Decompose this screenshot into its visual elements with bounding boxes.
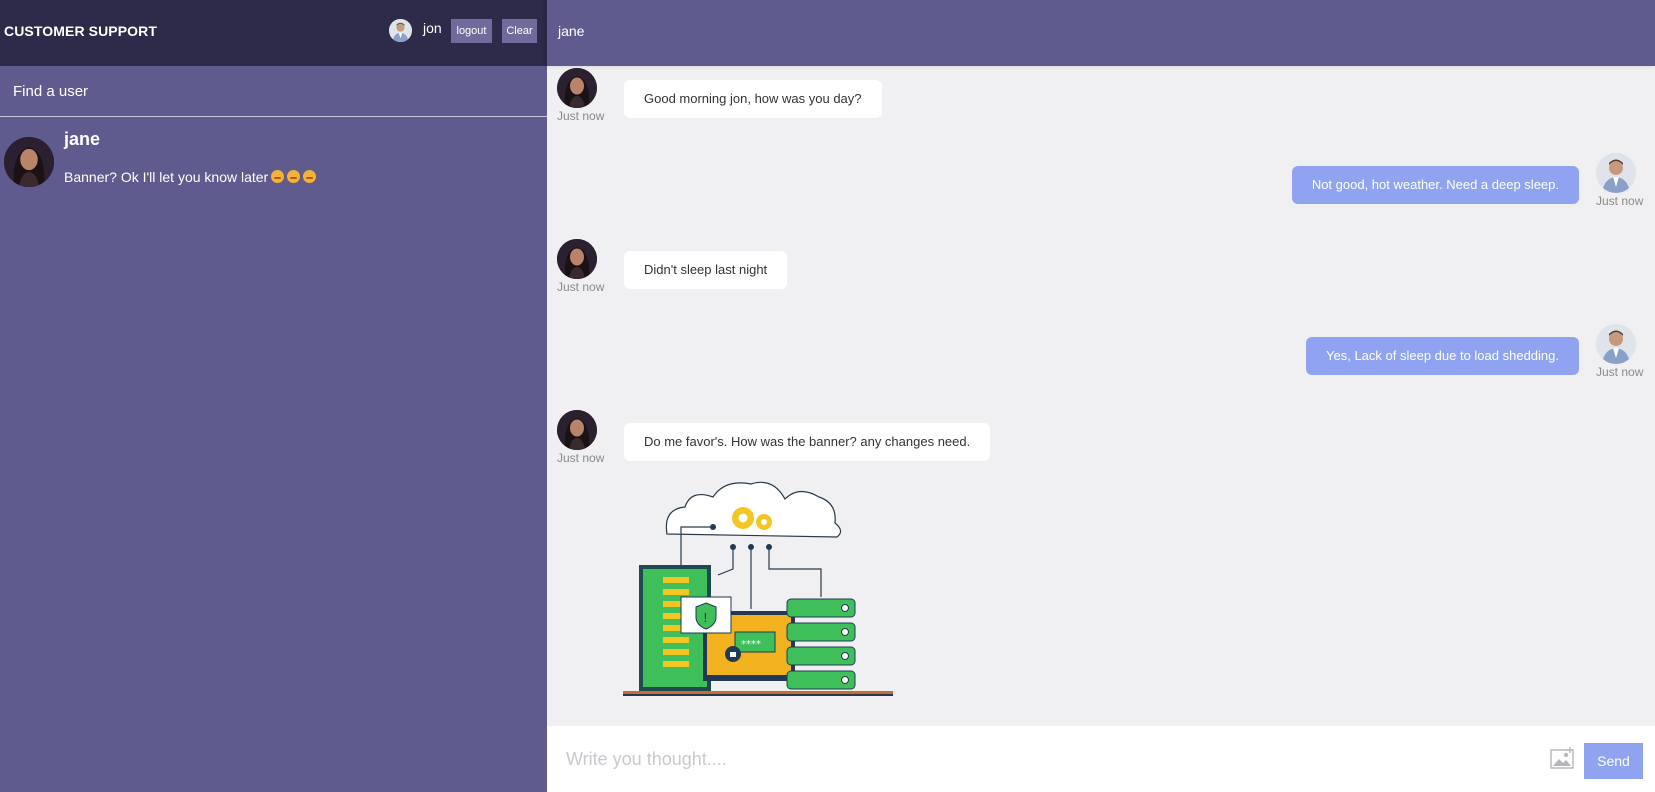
send-button[interactable]: Send [1584, 743, 1643, 779]
message-timestamp: Just now [557, 109, 605, 123]
outgoing-avatar [1596, 324, 1636, 364]
contact-last-message: Banner? Ok I'll let you know later [64, 169, 317, 185]
message-list: Just now Good morning jon, how was you d… [547, 66, 1655, 726]
current-user-avatar [389, 19, 412, 42]
chat-header: jane [547, 0, 1655, 66]
emoji-icon [287, 170, 301, 183]
message-bubble-incoming: Didn't sleep last night [624, 251, 788, 289]
current-user-name: jon [423, 20, 442, 36]
chat-title: jane [558, 23, 585, 39]
message-composer: Send [547, 726, 1655, 792]
search-input[interactable] [13, 80, 513, 102]
incoming-avatar [557, 410, 597, 450]
message-timestamp: Just now [1596, 365, 1644, 379]
emoji-icon [271, 170, 285, 183]
message-bubble-incoming: Good morning jon, how was you day? [624, 80, 882, 118]
sidebar-header: CUSTOMER SUPPORT jon logout Clear [0, 0, 547, 66]
outgoing-avatar [1596, 153, 1636, 193]
contact-name: jane [64, 129, 101, 149]
emoji-icon [303, 170, 317, 183]
contact-item[interactable]: jane Banner? Ok I'll let you know later [0, 117, 547, 195]
user-search [0, 66, 547, 117]
message-bubble-incoming: Do me favor's. How was the banner? any c… [624, 423, 991, 461]
message-bubble-outgoing: Yes, Lack of sleep due to load shedding. [1306, 337, 1579, 375]
clear-button[interactable]: Clear [502, 19, 537, 43]
message-bubble-outgoing: Not good, hot weather. Need a deep sleep… [1291, 166, 1579, 204]
message-timestamp: Just now [1596, 194, 1644, 208]
message-input[interactable] [566, 746, 1466, 772]
message-timestamp: Just now [557, 280, 605, 294]
sidebar: CUSTOMER SUPPORT jon logout Clear ja [0, 0, 547, 792]
contact-avatar [4, 137, 54, 187]
contact-preview-text: Banner? Ok I'll let you know later [64, 169, 269, 185]
incoming-avatar [557, 68, 597, 108]
image-icon[interactable] [1550, 747, 1576, 771]
message-timestamp: Just now [557, 451, 605, 465]
logout-button[interactable]: logout [451, 19, 492, 43]
incoming-avatar [557, 239, 597, 279]
svg-text:****: **** [741, 639, 761, 650]
cloud-server-illustration[interactable]: **** ! [623, 479, 903, 705]
chat-panel: jane Just now Good morning jon, how was … [547, 0, 1655, 792]
svg-text:!: ! [703, 611, 708, 625]
app-brand: CUSTOMER SUPPORT [4, 23, 158, 39]
